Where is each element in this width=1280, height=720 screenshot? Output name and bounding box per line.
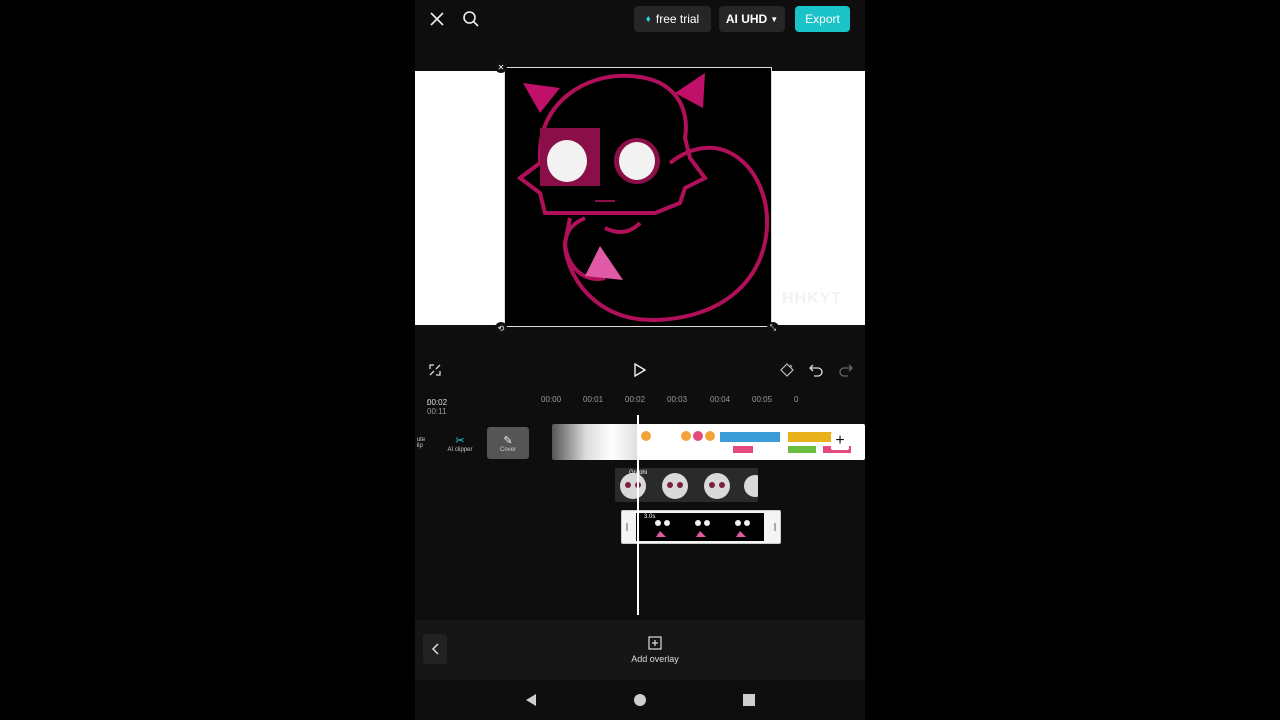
scissors-icon: ✂ [455,434,465,447]
add-overlay-icon [648,636,662,650]
watermark: HHKYT [782,290,843,307]
keyframe-icon[interactable] [778,361,796,379]
delete-handle-icon[interactable]: ✕ [495,61,507,73]
trim-handle-right[interactable] [774,523,776,531]
tick-label: 00:02 [625,395,646,404]
bottom-toolbar: Add overlay [415,620,865,680]
selected-video-frame[interactable] [504,67,772,327]
scale-handle-icon[interactable]: ⤡ [767,322,779,334]
timeline-ruler[interactable]: 00:02 / 00:11 00:00 00:01 00:02 00:03 00… [415,392,865,416]
nav-back-icon[interactable] [523,692,539,708]
tick-label: 00:04 [710,395,731,404]
playhead[interactable] [637,415,639,615]
overlay-clip-selected[interactable]: 3.0s [621,510,781,544]
tick-label: 00:00 [541,395,562,404]
quality-dropdown[interactable]: AI UHD ▼ [719,6,785,32]
free-trial-button[interactable]: ♦ free trial [634,6,711,32]
fullscreen-icon[interactable] [427,362,443,378]
add-overlay-label: Add overlay [631,654,679,664]
tick-label: 00:03 [667,395,688,404]
add-overlay-button[interactable]: Add overlay [610,630,700,670]
cover-label: Cover [499,446,516,453]
export-button[interactable]: Export [795,6,850,32]
search-icon[interactable] [461,9,481,29]
close-icon[interactable] [427,9,447,29]
ai-clipper-label: AI clipper [447,446,473,453]
undo-icon[interactable] [807,361,825,379]
system-nav-bar [415,680,865,720]
timeline-area[interactable]: ute lip ✂ AI clipper ✎ Cover + 3.0s [415,410,865,620]
nav-home-icon[interactable] [632,692,648,708]
back-chevron-icon[interactable] [423,634,447,664]
tick-label: 00:05 [752,395,773,404]
chevron-down-icon: ▼ [770,14,779,24]
main-clip-intro[interactable] [552,424,638,460]
mute-clip-button[interactable]: ute lip [415,427,427,459]
trim-handle-left[interactable] [626,523,628,531]
rotate-handle-icon[interactable]: ⟲ [495,322,507,334]
player-controls [415,355,865,385]
app-screen: ♦ free trial AI UHD ▼ Export ✕ ⟲ ⤡ HHKYT… [415,0,865,720]
tick-label: 00:01 [583,395,604,404]
play-icon[interactable] [631,361,649,379]
redo-icon[interactable] [837,361,855,379]
cover-button[interactable]: ✎ Cover [487,427,529,459]
nav-recents-icon[interactable] [741,692,757,708]
free-trial-label: free trial [655,12,700,26]
quality-label: AI UHD [725,12,768,26]
cat-artwork [516,73,770,323]
diamond-icon: ♦ [645,13,651,25]
add-clip-button[interactable]: + [831,432,849,450]
ai-clipper-button[interactable]: ✂ AI clipper [439,427,481,459]
top-toolbar: ♦ free trial AI UHD ▼ Export [415,0,865,40]
tick-label: 0 [794,395,799,404]
clip-duration: 3.0s [644,514,656,520]
pencil-icon: ✎ [503,434,513,447]
